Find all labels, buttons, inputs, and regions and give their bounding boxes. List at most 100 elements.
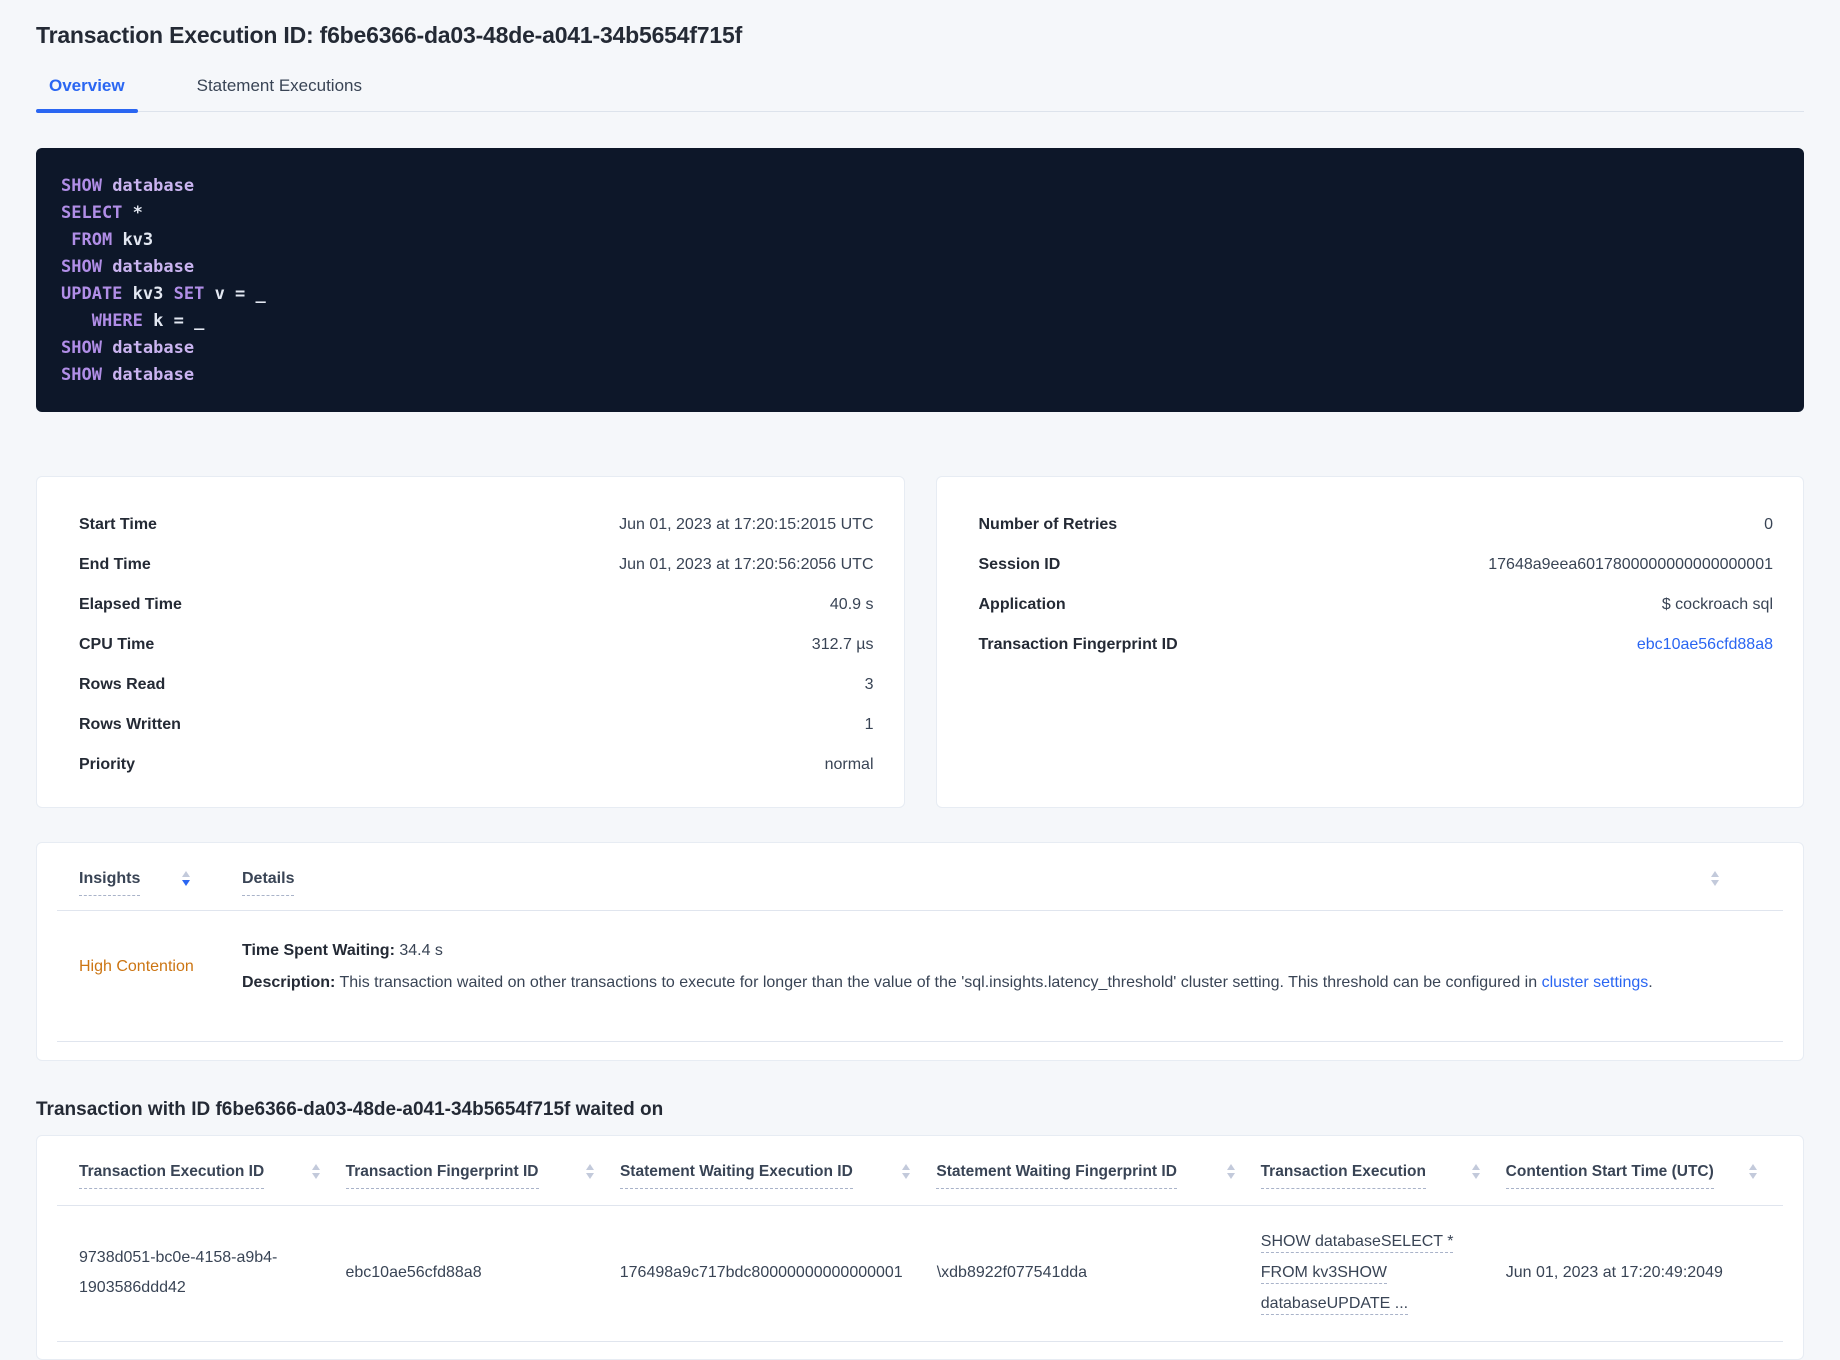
sql-line: FROM kv3 xyxy=(61,227,1779,254)
insights-table-header: Insights Details xyxy=(37,869,1803,896)
column-header-transaction-fingerprint-id[interactable]: Transaction Fingerprint ID xyxy=(345,1162,620,1189)
sql-token: FROM xyxy=(71,230,113,250)
summary-label: Priority xyxy=(79,756,136,773)
summary-value: 17648a9eea6017800000000000000001 xyxy=(1488,556,1773,573)
sql-line: SHOW database xyxy=(61,254,1779,281)
insight-row: High Contention Time Spent Waiting: 34.4… xyxy=(37,911,1803,1027)
statement-text-line: SHOW databaseSELECT * xyxy=(1260,1226,1472,1257)
statement-text-line: databaseUPDATE ... xyxy=(1260,1288,1472,1319)
transaction-fingerprint-link[interactable]: ebc10ae56cfd88a8 xyxy=(1637,636,1773,654)
sort-icon-insights-right[interactable] xyxy=(1711,871,1719,886)
description-line: Description: This transaction waited on … xyxy=(242,974,1653,991)
sql-statements-box: SHOW database SELECT * FROM kv3 SHOW datab… xyxy=(36,148,1804,412)
sort-down-icon xyxy=(902,1173,911,1179)
summary-value: Jun 01, 2023 at 17:20:15:2015 UTC xyxy=(619,516,874,533)
summary-value: Jun 01, 2023 at 17:20:56:2056 UTC xyxy=(619,556,874,573)
sql-token: database xyxy=(101,257,195,277)
column-header-contention-start-time-utc[interactable]: Contention Start Time (UTC) xyxy=(1505,1162,1783,1189)
sort-down-icon xyxy=(1471,1173,1480,1179)
summary-value: normal xyxy=(824,756,874,773)
summary-row-rows-written: Rows Written 1 xyxy=(79,705,874,745)
cell-statement-waiting-execution-id: 176498a9c717bdc80000000000000001 xyxy=(619,1263,903,1281)
summary-label: Start Time xyxy=(79,516,157,533)
summary-value: 40.9 s xyxy=(829,596,874,613)
summary-label: End Time xyxy=(79,556,151,573)
cell-transaction-execution: SHOW databaseSELECT * FROM kv3SHOW databas… xyxy=(1260,1226,1506,1319)
statement-text[interactable]: FROM kv3SHOW xyxy=(1260,1264,1387,1284)
cell-statement-waiting-fingerprint-id: \xdb8922f077541dda xyxy=(936,1263,1088,1281)
sort-icon-insights[interactable] xyxy=(182,871,191,886)
summary-card-right: Number of Retries 0 Session ID 17648a9eea60… xyxy=(935,476,1804,808)
tab-bar: Overview Statement Executions xyxy=(36,76,1804,113)
waited-on-table: Transaction Execution ID Transaction Fing… xyxy=(36,1135,1804,1360)
sort-icon[interactable] xyxy=(1749,1164,1757,1179)
column-header-label: Transaction Execution ID xyxy=(79,1162,265,1189)
summary-value: 0 xyxy=(1764,516,1773,533)
sql-token: k = _ xyxy=(142,311,205,331)
sort-down-icon xyxy=(585,1173,594,1179)
sort-icon[interactable] xyxy=(1471,1164,1480,1179)
sort-up-icon xyxy=(1749,1164,1757,1170)
sql-token: kv3 xyxy=(112,230,154,250)
sql-token: SET xyxy=(173,284,205,304)
sql-token: v = _ xyxy=(204,284,266,304)
statement-text[interactable]: databaseUPDATE ... xyxy=(1260,1295,1409,1315)
sort-icon[interactable] xyxy=(311,1164,320,1179)
sql-line: UPDATE kv3 SET v = _ xyxy=(61,281,1779,308)
transaction-execution-link[interactable]: SHOW databaseSELECT * FROM kv3SHOW databas… xyxy=(1260,1226,1472,1319)
summary-cards-row: Start Time Jun 01, 2023 at 17:20:15:2015 … xyxy=(36,476,1804,808)
cluster-settings-link[interactable]: cluster settings xyxy=(1542,974,1649,991)
column-header-label: Transaction Execution xyxy=(1260,1162,1426,1189)
cell-contention-start-time: Jun 01, 2023 at 17:20:49:2049 xyxy=(1505,1263,1723,1281)
table-row: 9738d051-bc0e-4158-a9b4-1903586ddd42 ebc1… xyxy=(37,1206,1803,1341)
sql-token: SELECT xyxy=(61,203,123,223)
sort-down-icon xyxy=(1226,1173,1235,1179)
column-header-statement-waiting-execution-id[interactable]: Statement Waiting Execution ID xyxy=(619,1162,936,1189)
sql-line: SHOW database xyxy=(61,335,1779,362)
summary-label: CPU Time xyxy=(79,636,155,653)
column-header-transaction-execution[interactable]: Transaction Execution xyxy=(1260,1162,1506,1189)
summary-label: Transaction Fingerprint ID xyxy=(978,636,1178,653)
statement-text[interactable]: SHOW databaseSELECT * xyxy=(1260,1233,1454,1253)
sql-line: SHOW database xyxy=(61,362,1779,389)
column-header-label: Transaction Fingerprint ID xyxy=(345,1162,539,1189)
insights-card: Insights Details High Contention Time Sp… xyxy=(36,842,1804,1061)
sort-icon[interactable] xyxy=(1226,1164,1235,1179)
divider xyxy=(57,1341,1783,1342)
summary-value: 3 xyxy=(864,676,874,693)
sort-up-icon xyxy=(902,1164,911,1170)
sql-token: UPDATE xyxy=(61,284,123,304)
summary-row-elapsed-time: Elapsed Time 40.9 s xyxy=(79,585,874,625)
transaction-details-page: Transaction Execution ID: f6be6366-da03-… xyxy=(0,0,1840,1360)
tab-statement-executions[interactable]: Statement Executions xyxy=(184,76,375,111)
statement-text-line: FROM kv3SHOW xyxy=(1260,1257,1472,1288)
sql-token: SHOW xyxy=(61,338,102,358)
summary-label: Rows Written xyxy=(79,716,181,733)
sort-icon[interactable] xyxy=(902,1164,911,1179)
sql-token: SHOW xyxy=(61,257,102,277)
sort-icon[interactable] xyxy=(585,1164,594,1179)
sql-token: database xyxy=(101,338,195,358)
tab-overview[interactable]: Overview xyxy=(36,76,138,113)
summary-value: 1 xyxy=(864,716,874,733)
summary-label: Elapsed Time xyxy=(79,596,182,613)
sort-up-icon xyxy=(1226,1164,1235,1170)
summary-card-left: Start Time Jun 01, 2023 at 17:20:15:2015 … xyxy=(36,476,905,808)
summary-row-session-id: Session ID 17648a9eea60178000000000000000… xyxy=(979,545,1774,585)
sort-up-icon xyxy=(1471,1164,1480,1170)
details-column-header[interactable]: Details xyxy=(242,869,295,896)
column-header-statement-waiting-fingerprint-id[interactable]: Statement Waiting Fingerprint ID xyxy=(936,1162,1260,1189)
sql-token: database xyxy=(101,365,195,385)
summary-label: Session ID xyxy=(978,556,1061,573)
column-header-transaction-execution-id[interactable]: Transaction Execution ID xyxy=(79,1162,346,1189)
insight-type-high-contention: High Contention xyxy=(79,958,194,975)
sql-token: * xyxy=(122,203,143,223)
insights-column-header[interactable]: Insights xyxy=(79,869,141,896)
column-header-label: Contention Start Time (UTC) xyxy=(1505,1162,1714,1189)
summary-label: Application xyxy=(978,596,1066,613)
summary-value: $ cockroach sql xyxy=(1661,596,1773,613)
summary-row-start-time: Start Time Jun 01, 2023 at 17:20:15:2015 … xyxy=(79,505,874,545)
page-title: Transaction Execution ID: f6be6366-da03-… xyxy=(36,22,743,48)
summary-row-number-of-retries: Number of Retries 0 xyxy=(979,505,1774,545)
